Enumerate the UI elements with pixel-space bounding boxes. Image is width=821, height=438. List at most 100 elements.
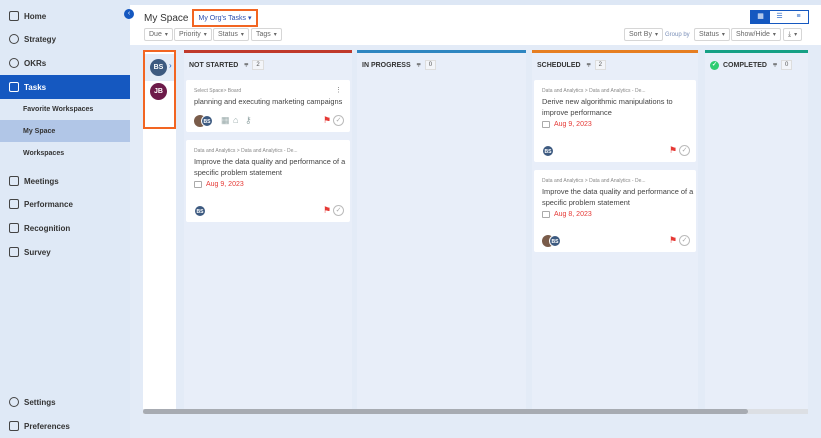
- board-column: IN PROGRESS ⩦ 0: [357, 50, 526, 410]
- calendar-check-icon: [9, 82, 19, 92]
- filter-tags[interactable]: Tags: [251, 28, 282, 41]
- sidebar-item-favorite-workspaces[interactable]: Favorite Workspaces: [0, 98, 130, 120]
- sidebar-item-tasks[interactable]: Tasks: [0, 75, 130, 99]
- column-title: IN PROGRESS: [362, 61, 411, 69]
- target-icon: [9, 58, 19, 68]
- board-column: ✓ COMPLETED ⩦ 0: [705, 50, 808, 410]
- horizontal-scrollbar[interactable]: [143, 409, 808, 414]
- more-options-icon[interactable]: ⋮: [335, 86, 342, 94]
- card-title[interactable]: planning and executing marketing campaig…: [194, 97, 349, 108]
- column-header: SCHEDULED ⩦ 2: [537, 60, 606, 70]
- sidebar-item-workspaces[interactable]: Workspaces: [0, 142, 130, 164]
- list-view-icon[interactable]: ☰: [770, 11, 789, 23]
- flag-icon[interactable]: ⚑: [323, 116, 331, 125]
- due-date: Aug 9, 2023: [194, 181, 244, 188]
- sidebar-item-recognition[interactable]: Recognition: [0, 217, 130, 239]
- column-color-bar: [532, 50, 698, 53]
- task-card[interactable]: Data and Analytics > Data and Analytics …: [534, 170, 696, 252]
- export-button[interactable]: ⤓: [783, 28, 803, 41]
- column-count: 2: [594, 60, 606, 70]
- due-date: Aug 9, 2023: [542, 121, 592, 128]
- column-title: COMPLETED: [723, 61, 767, 69]
- gear-icon: [9, 397, 19, 407]
- card-title[interactable]: Derive new algorithmic manipulations to …: [542, 97, 697, 118]
- header: My Space My Org's Tasks ▾ Due Priority S…: [130, 5, 821, 45]
- card-breadcrumb: Data and Analytics > Data and Analytics …: [542, 178, 646, 184]
- column-header: NOT STARTED ⩦ 2: [189, 60, 264, 70]
- sidebar-item-settings[interactable]: Settings: [0, 391, 130, 413]
- bulb-icon: [9, 34, 19, 44]
- column-count: 2: [252, 60, 264, 70]
- task-card[interactable]: Data and Analytics > Data and Analytics …: [534, 80, 696, 162]
- flag-icon[interactable]: ⚑: [669, 236, 677, 245]
- column-count: 0: [781, 60, 793, 70]
- avatar[interactable]: BS: [542, 145, 554, 157]
- task-card[interactable]: Data and Analytics > Data and Analytics …: [186, 140, 350, 222]
- user-column: BS › JB: [143, 50, 176, 410]
- calendar-icon[interactable]: ▦: [221, 115, 230, 126]
- chart-icon: [9, 199, 19, 209]
- board-column: SCHEDULED ⩦ 2 Data and Analytics > Data an…: [532, 50, 698, 410]
- card-title[interactable]: Improve the data quality and performance…: [194, 157, 349, 178]
- column-title: SCHEDULED: [537, 61, 581, 69]
- home-icon: [9, 11, 19, 21]
- board-view-icon[interactable]: ▦: [751, 11, 770, 23]
- column-count: 0: [424, 60, 437, 70]
- sidebar-item-survey[interactable]: Survey: [0, 241, 130, 263]
- sliders-icon: [9, 421, 19, 431]
- calendar-icon: [9, 176, 19, 186]
- sort-lines-icon[interactable]: ⩦: [773, 61, 777, 69]
- sidebar: Home Strategy OKRs Tasks Favorite Worksp…: [0, 0, 130, 438]
- card-breadcrumb: Select Space> Board: [194, 88, 242, 94]
- check-circle-icon: ✓: [710, 60, 719, 70]
- complete-check-icon[interactable]: ✓: [679, 235, 690, 246]
- sort-lines-icon[interactable]: ⩦: [244, 61, 248, 69]
- filter-status[interactable]: Status: [213, 28, 249, 41]
- group-by-label: Group by: [665, 32, 690, 38]
- complete-check-icon[interactable]: ✓: [333, 115, 344, 126]
- group-by-dropdown[interactable]: Status: [694, 28, 730, 41]
- avatar[interactable]: BS: [201, 115, 213, 127]
- filter-due[interactable]: Due: [144, 28, 173, 41]
- key-icon[interactable]: ⚷: [245, 115, 252, 126]
- gantt-view-icon[interactable]: ≡: [789, 11, 808, 23]
- avatar[interactable]: BS: [194, 205, 206, 217]
- task-card[interactable]: Select Space> Board ⋮ planning and execu…: [186, 80, 350, 132]
- calendar-icon: [542, 121, 550, 128]
- column-color-bar: [705, 50, 808, 53]
- sidebar-item-okrs[interactable]: OKRs: [0, 52, 130, 74]
- scrollbar-thumb[interactable]: [143, 409, 748, 414]
- collapse-sidebar-button[interactable]: ‹: [124, 9, 134, 19]
- sidebar-item-preferences[interactable]: Preferences: [0, 415, 130, 437]
- sidebar-item-performance[interactable]: Performance: [0, 193, 130, 215]
- view-switcher: ▦ ☰ ≡: [750, 10, 809, 24]
- complete-check-icon[interactable]: ✓: [333, 205, 344, 216]
- flag-icon[interactable]: ⚑: [323, 206, 331, 215]
- filter-priority[interactable]: Priority: [174, 28, 212, 41]
- tag-icon[interactable]: ⌂: [233, 115, 238, 125]
- sort-lines-icon[interactable]: ⩦: [587, 61, 591, 69]
- user-highlight: [143, 50, 176, 129]
- award-icon: [9, 223, 19, 233]
- calendar-icon: [194, 181, 202, 188]
- scope-dropdown[interactable]: My Org's Tasks ▾: [192, 9, 258, 27]
- list-icon: [9, 247, 19, 257]
- column-header: IN PROGRESS ⩦ 0: [362, 60, 437, 70]
- sidebar-item-my-space[interactable]: My Space: [0, 120, 130, 142]
- page-title: My Space: [144, 13, 189, 24]
- sidebar-item-home[interactable]: Home: [0, 5, 130, 27]
- download-icon: ⤓: [788, 30, 792, 38]
- column-header: ✓ COMPLETED ⩦ 0: [710, 60, 793, 70]
- column-color-bar: [357, 50, 526, 53]
- avatar[interactable]: BS: [549, 235, 561, 247]
- sidebar-item-meetings[interactable]: Meetings: [0, 170, 130, 192]
- sidebar-item-strategy[interactable]: Strategy: [0, 28, 130, 50]
- board-column: NOT STARTED ⩦ 2 Select Space> Board ⋮ plan…: [184, 50, 352, 410]
- complete-check-icon[interactable]: ✓: [679, 145, 690, 156]
- sort-by-button[interactable]: Sort By: [624, 28, 663, 41]
- card-title[interactable]: Improve the data quality and performance…: [542, 187, 697, 208]
- sort-lines-icon[interactable]: ⩦: [417, 61, 421, 69]
- card-breadcrumb: Data and Analytics > Data and Analytics …: [542, 88, 646, 94]
- show-hide-button[interactable]: Show/Hide: [731, 28, 781, 41]
- flag-icon[interactable]: ⚑: [669, 146, 677, 155]
